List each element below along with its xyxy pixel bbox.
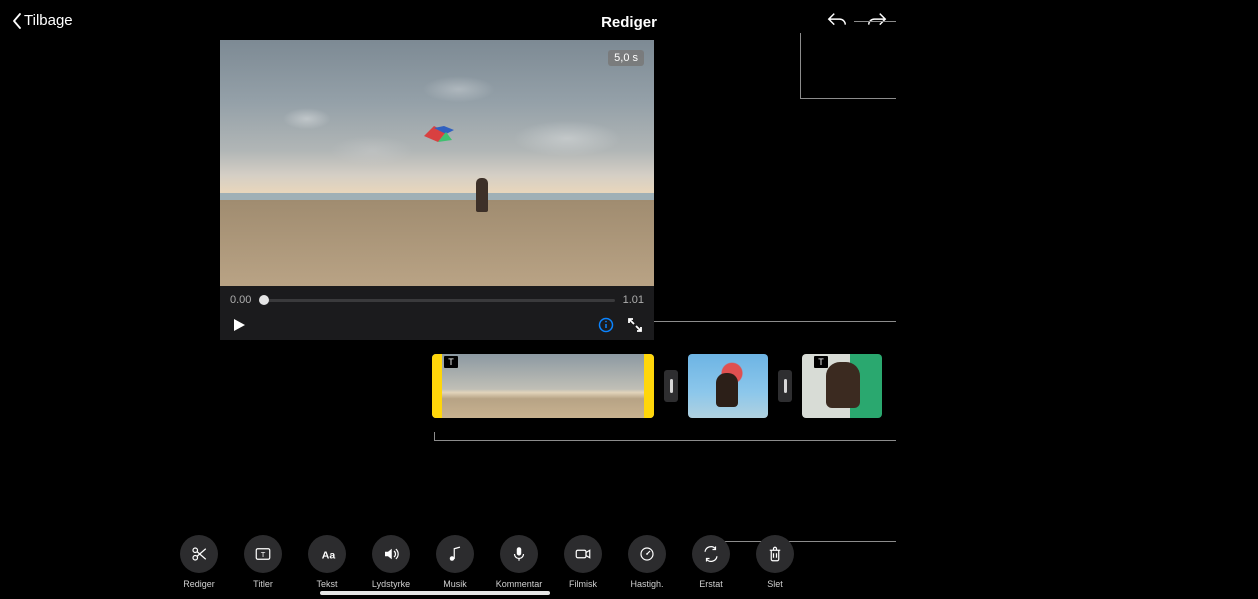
font-icon: Aa [318, 545, 336, 563]
tool-label: Hastigh. [630, 579, 663, 589]
timeline-clip[interactable]: T [802, 354, 882, 418]
preview-frame[interactable]: 5,0 s [220, 40, 654, 286]
video-camera-icon [574, 545, 592, 563]
title-overlay-icon: T [444, 356, 458, 368]
svg-text:Aa: Aa [322, 550, 336, 562]
title-overlay-icon: T [814, 356, 828, 368]
timeline-clip[interactable]: T [432, 354, 654, 418]
transport-bar [220, 314, 654, 340]
preview-content-person [476, 178, 488, 212]
microphone-icon [510, 545, 528, 563]
tool-delete[interactable]: Slet [751, 535, 799, 589]
fullscreen-icon [628, 318, 642, 332]
gauge-icon [638, 545, 656, 563]
tool-label: Titler [253, 579, 273, 589]
fullscreen-button[interactable] [628, 318, 642, 337]
scrub-bar: 0.00 1.01 [220, 286, 654, 314]
tool-label: Slet [767, 579, 783, 589]
tool-label: Lydstyrke [372, 579, 410, 589]
tool-filmic[interactable]: Filmisk [559, 535, 607, 589]
tool-edit[interactable]: Rediger [175, 535, 223, 589]
annotation-leader [434, 432, 435, 440]
back-button[interactable]: Tilbage [12, 12, 73, 29]
page-title: Rediger [601, 14, 657, 31]
speaker-icon [382, 545, 400, 563]
music-note-icon [446, 545, 464, 563]
swap-icon [702, 545, 720, 563]
info-icon [598, 317, 614, 333]
time-total: 1.01 [623, 294, 644, 306]
undo-button[interactable] [826, 10, 848, 37]
tool-volume[interactable]: Lydstyrke [367, 535, 415, 589]
tool-toolbar: Rediger T Titler Aa Tekst Lydstyrke Musi… [175, 535, 799, 589]
annotation-leader [800, 33, 801, 99]
tool-label: Erstat [699, 579, 723, 589]
back-label: Tilbage [24, 12, 73, 29]
annotation-leader [434, 440, 896, 441]
time-current: 0.00 [230, 294, 251, 306]
transition-button[interactable] [778, 370, 792, 402]
timeline-clip[interactable] [688, 354, 768, 418]
trash-icon [766, 545, 784, 563]
annotation-leader [854, 21, 896, 22]
tool-label: Kommentar [496, 579, 543, 589]
scissors-icon [190, 545, 208, 563]
undo-redo-group [826, 10, 888, 37]
toolbar-scroll-indicator [320, 591, 550, 595]
tool-titles[interactable]: T Titler [239, 535, 287, 589]
tool-text[interactable]: Aa Tekst [303, 535, 351, 589]
tool-label: Rediger [183, 579, 215, 589]
transition-button[interactable] [664, 370, 678, 402]
play-button[interactable] [232, 318, 246, 337]
svg-text:T: T [261, 550, 266, 559]
video-preview: 5,0 s 0.00 1.01 [220, 40, 654, 340]
title-frame-icon: T [254, 545, 272, 563]
duration-badge: 5,0 s [608, 50, 644, 66]
tool-label: Filmisk [569, 579, 597, 589]
tool-music[interactable]: Musik [431, 535, 479, 589]
redo-button[interactable] [866, 10, 888, 37]
scrub-track[interactable] [259, 299, 614, 302]
tool-speed[interactable]: Hastigh. [623, 535, 671, 589]
scrub-knob[interactable] [259, 295, 269, 305]
tool-replace[interactable]: Erstat [687, 535, 735, 589]
info-button[interactable] [598, 317, 614, 338]
annotation-leader [648, 321, 896, 322]
chevron-left-icon [12, 13, 22, 29]
tool-label: Tekst [316, 579, 337, 589]
timeline[interactable]: T T [432, 354, 882, 418]
tool-voiceover[interactable]: Kommentar [495, 535, 543, 589]
preview-content-kite [424, 126, 454, 146]
tool-label: Musik [443, 579, 467, 589]
undo-icon [826, 10, 848, 32]
play-icon [232, 318, 246, 332]
header-bar: Tilbage Rediger [0, 0, 1258, 44]
annotation-leader [800, 98, 896, 99]
